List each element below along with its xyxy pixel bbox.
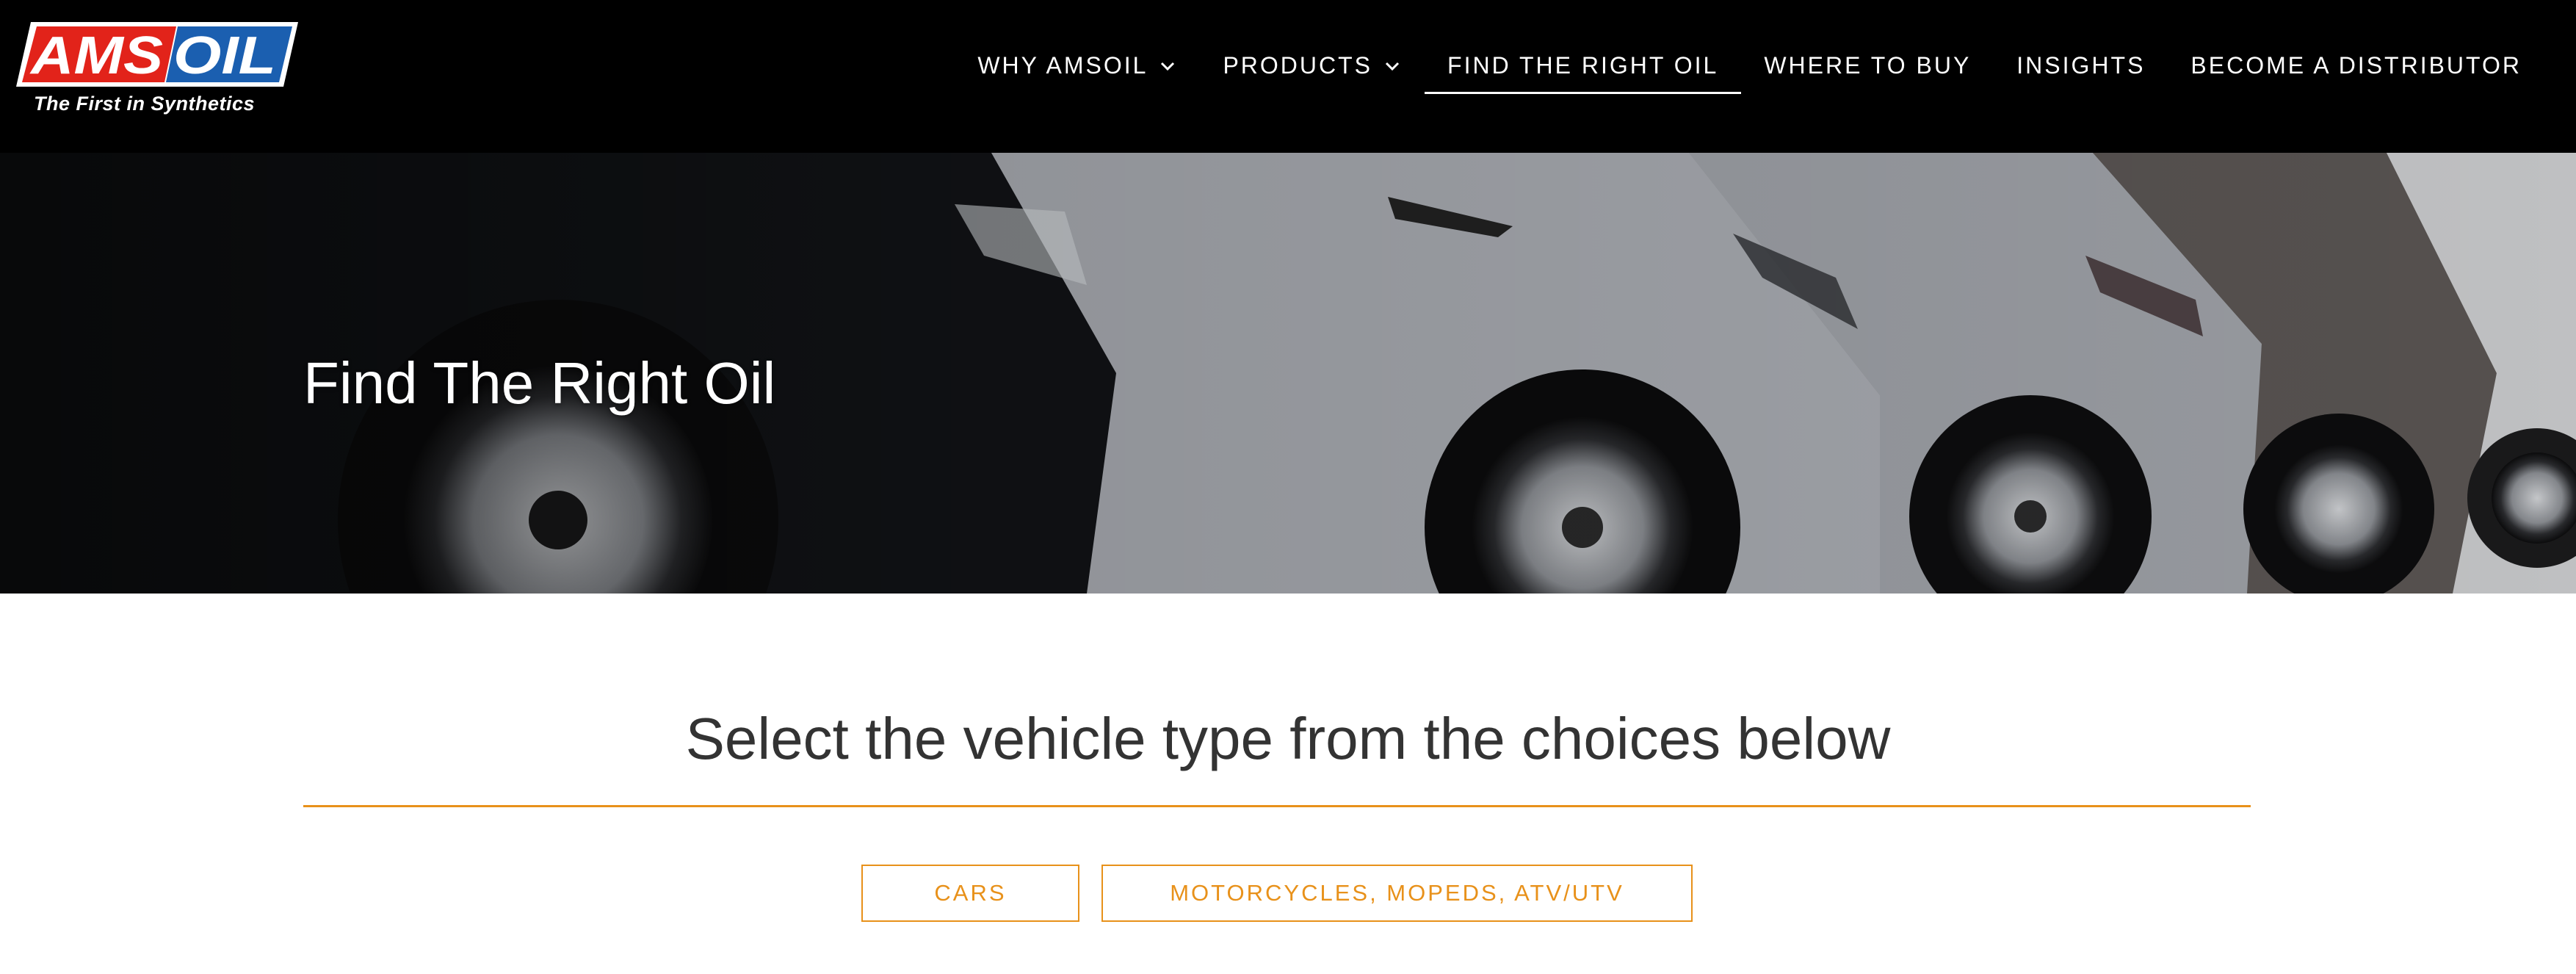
nav-item-label: PRODUCTS <box>1223 51 1373 79</box>
hero-banner: Find The Right Oil <box>0 153 2576 594</box>
nav-item-why-amsoil[interactable]: WHY AMSOIL <box>955 0 1200 142</box>
nav-item-label: WHY AMSOIL <box>977 51 1148 79</box>
hero-title: Find The Right Oil <box>303 350 776 416</box>
site-header: AMS OIL The First in Synthetics WHY AMSO… <box>0 0 2576 153</box>
nav-item-label: WHERE TO BUY <box>1764 51 1972 79</box>
chevron-down-icon <box>1161 62 1175 71</box>
nav-item-find-the-right-oil[interactable]: FIND THE RIGHT OIL <box>1425 0 1742 142</box>
amsoil-logo-mark: AMS OIL <box>16 22 298 87</box>
logo-tagline: The First in Synthetics <box>34 93 256 115</box>
nav-item-where-to-buy[interactable]: WHERE TO BUY <box>1741 0 1994 142</box>
svg-text:AMS: AMS <box>29 26 163 85</box>
main-nav: WHY AMSOIL PRODUCTS FIND THE RIGHT OIL W… <box>955 0 2522 153</box>
cars-button[interactable]: CARS <box>861 865 1079 922</box>
nav-item-insights[interactable]: INSIGHTS <box>1994 0 2168 142</box>
nav-item-label: FIND THE RIGHT OIL <box>1447 51 1719 79</box>
section-divider <box>303 805 2251 807</box>
vehicle-type-heading: Select the vehicle type from the choices… <box>685 706 1891 771</box>
nav-item-label: BECOME A DISTRIBUTOR <box>2190 51 2522 79</box>
nav-item-become-a-distributor[interactable]: BECOME A DISTRIBUTOR <box>2168 0 2522 142</box>
svg-text:OIL: OIL <box>173 26 276 85</box>
chevron-down-icon <box>1385 62 1400 71</box>
nav-item-products[interactable]: PRODUCTS <box>1200 0 1425 142</box>
nav-item-label: INSIGHTS <box>2016 51 2146 79</box>
motorcycles-mopeds-atv-utv-button[interactable]: MOTORCYCLES, MOPEDS, ATV/UTV <box>1101 865 1693 922</box>
